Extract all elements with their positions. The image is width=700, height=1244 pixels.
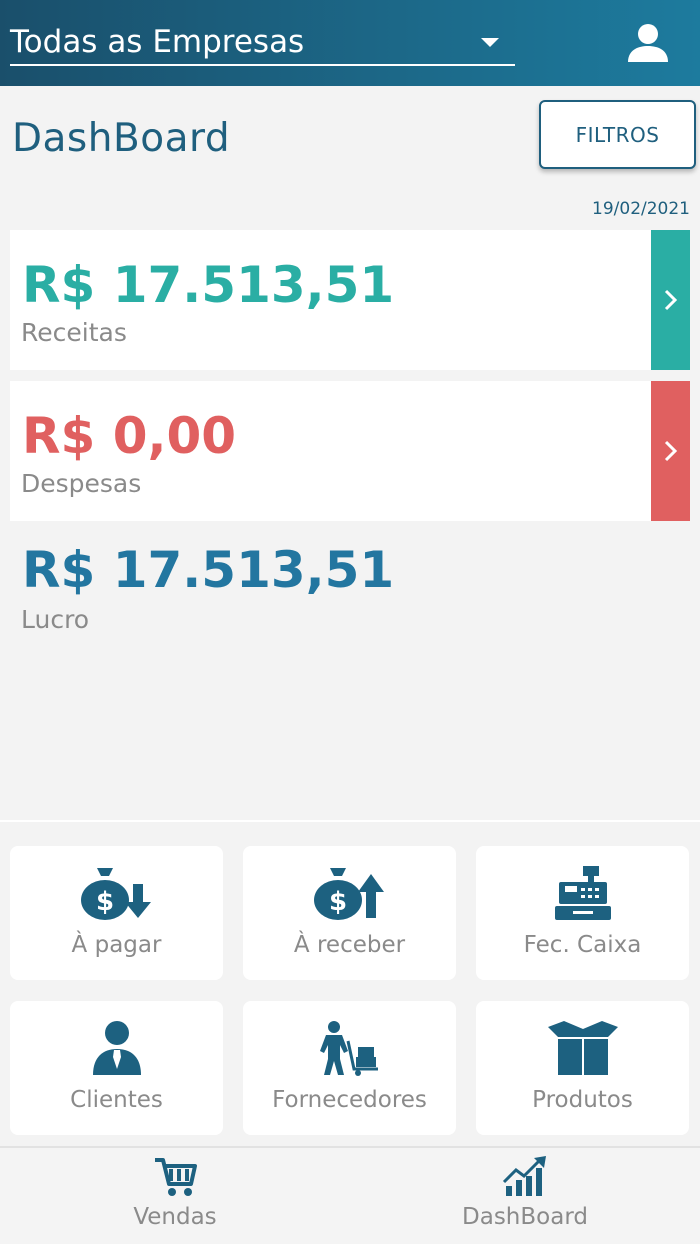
- svg-text:$: $: [95, 887, 113, 917]
- nav-label: Vendas: [133, 1204, 217, 1230]
- cart-icon: [155, 1158, 197, 1196]
- nav-sales[interactable]: Vendas: [45, 1148, 305, 1244]
- svg-text:$: $: [328, 887, 346, 917]
- income-label: Receitas: [21, 318, 127, 347]
- shortcut-accounts-payable[interactable]: $ À pagar: [10, 846, 223, 980]
- bottom-nav: Vendas DashBoard: [0, 1146, 700, 1244]
- divider: [0, 820, 700, 822]
- dropdown-caret-icon: [481, 38, 499, 47]
- date-label: 19/02/2021: [592, 199, 690, 219]
- shortcut-suppliers[interactable]: Fornecedores: [243, 1001, 456, 1135]
- shortcut-label: Fornecedores: [272, 1087, 427, 1113]
- income-chevron-right-icon[interactable]: [651, 230, 690, 370]
- top-bar: Todas as Empresas: [0, 0, 700, 86]
- income-card[interactable]: R$ 17.513,51 Receitas: [10, 230, 690, 370]
- user-icon[interactable]: [624, 20, 672, 68]
- shortcut-label: Clientes: [70, 1087, 163, 1113]
- company-select-value: Todas as Empresas: [10, 24, 305, 60]
- money-bag-down-icon: $: [80, 868, 151, 920]
- filters-button[interactable]: FILTROS: [539, 100, 696, 169]
- profit-summary: R$ 17.513,51 Lucro: [10, 533, 690, 643]
- chart-icon: [502, 1156, 546, 1196]
- expense-label: Despesas: [21, 469, 142, 498]
- nav-dashboard[interactable]: DashBoard: [395, 1148, 655, 1244]
- company-select[interactable]: Todas as Empresas: [10, 18, 515, 66]
- shortcut-clients[interactable]: Clientes: [10, 1001, 223, 1135]
- client-icon: [92, 1021, 141, 1075]
- supplier-icon: [319, 1021, 378, 1076]
- expense-value: R$ 0,00: [22, 407, 237, 465]
- shortcut-cash-closing[interactable]: Fec. Caixa: [476, 846, 689, 980]
- profit-label: Lucro: [21, 605, 90, 634]
- shortcut-accounts-receivable[interactable]: $ À receber: [243, 846, 456, 980]
- expense-card[interactable]: R$ 0,00 Despesas: [10, 381, 690, 521]
- expense-chevron-right-icon[interactable]: [651, 381, 690, 521]
- profit-value: R$ 17.513,51: [22, 541, 395, 599]
- page-title: DashBoard: [12, 116, 231, 161]
- income-value: R$ 17.513,51: [22, 256, 395, 314]
- box-icon: [547, 1021, 618, 1075]
- shortcut-label: Produtos: [532, 1087, 633, 1113]
- shortcut-label: Fec. Caixa: [523, 932, 642, 958]
- cash-register-icon: [554, 866, 611, 920]
- shortcut-label: À pagar: [71, 932, 162, 958]
- shortcut-label: À receber: [293, 932, 406, 958]
- money-bag-up-icon: $: [313, 868, 384, 920]
- nav-label: DashBoard: [462, 1204, 588, 1230]
- shortcut-products[interactable]: Produtos: [476, 1001, 689, 1135]
